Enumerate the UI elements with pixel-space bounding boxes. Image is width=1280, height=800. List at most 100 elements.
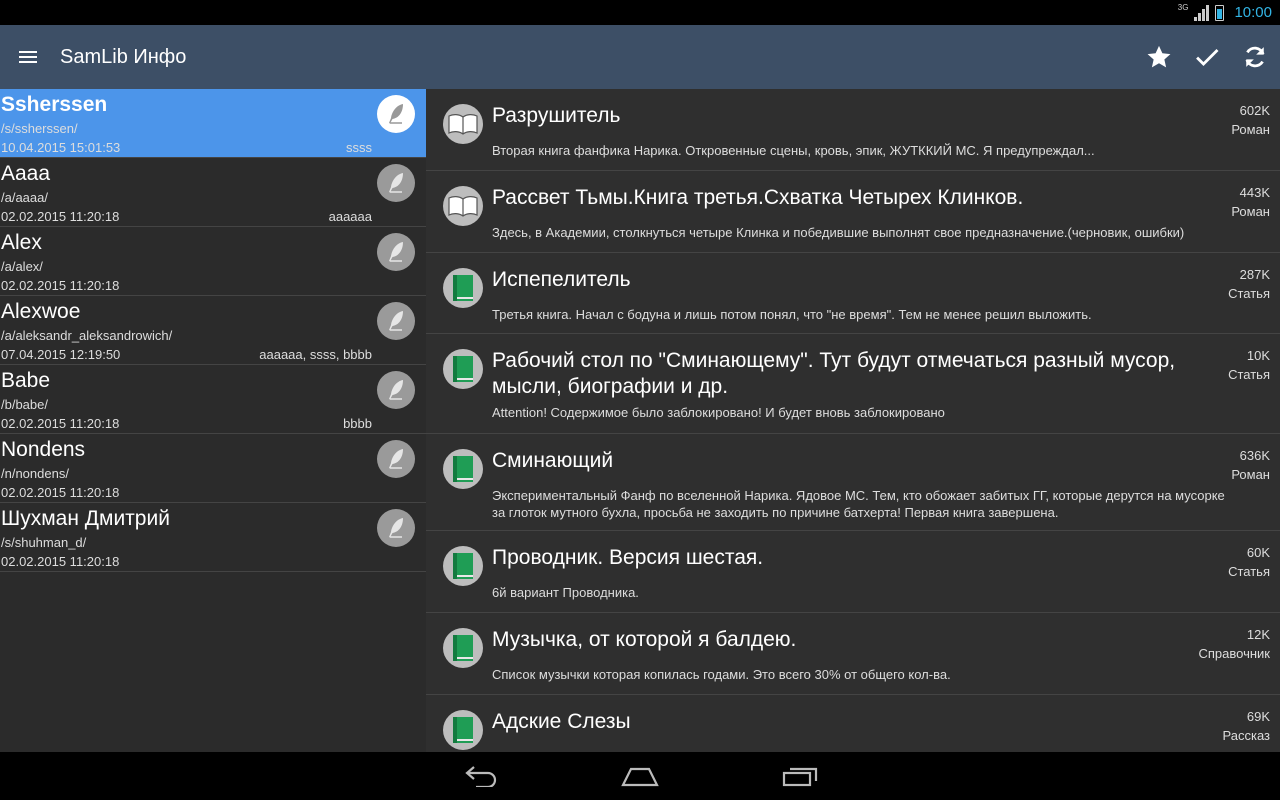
book-item[interactable]: Проводник. Версия шестая. 6й вариант Про… [426,531,1280,613]
book-item[interactable]: Рабочий стол по "Сминающему". Тут будут … [426,334,1280,434]
quill-pen-icon [377,95,415,133]
green-book-icon [443,349,483,389]
book-item[interactable]: Музычка, от которой я балдею. Список муз… [426,613,1280,695]
author-date: 02.02.2015 11:20:18 [1,416,120,431]
book-description: Третья книга. Начал с бодуна и лишь пото… [492,307,1092,322]
author-item[interactable]: Aaaa /a/aaaa/ 02.02.2015 11:20:18 aaaaaa [0,158,426,227]
author-item[interactable]: Babe /b/babe/ 02.02.2015 11:20:18 bbbb [0,365,426,434]
author-tags: ssss [346,140,372,155]
book-type: Справочник [1198,646,1271,661]
author-path: /s/shuhman_d/ [1,535,87,550]
back-icon[interactable] [455,756,505,796]
book-type: Статья [1228,564,1270,579]
author-path: /b/babe/ [1,397,48,412]
book-title: Рабочий стол по "Сминающему". Тут будут … [492,349,1176,398]
quill-pen-icon [377,509,415,547]
author-path: /s/ssherssen/ [1,121,78,136]
quill-pen-icon [377,233,415,271]
book-title: Адские Слезы [492,710,631,733]
book-description: Список музычки которая копилась годами. … [492,667,951,682]
book-description: Здесь, в Академии, столкнуться четыре Кл… [492,225,1185,240]
author-name: Шухман Дмитрий [1,507,170,530]
book-item[interactable]: Испепелитель Третья книга. Начал с бодун… [426,253,1280,334]
green-book-icon [443,268,483,308]
check-icon[interactable] [1192,42,1222,72]
book-size: 12K [1246,627,1270,642]
author-path: /a/aleksandr_aleksandrowich/ [1,328,173,343]
quill-pen-icon [377,371,415,409]
book-size: 443K [1239,185,1270,200]
toolbar-actions [1144,42,1280,72]
quill-pen-icon [377,164,415,202]
book-type: Статья [1228,367,1270,382]
author-tags: aaaaaa, ssss, bbbb [259,347,372,362]
app-bar: SamLib Инфо [0,25,1280,89]
author-path: /a/alex/ [1,259,43,274]
author-date: 02.02.2015 11:20:18 [1,485,120,500]
author-path: /n/nondens/ [1,466,69,481]
book-item[interactable]: Разрушитель Вторая книга фанфика Нарика.… [426,89,1280,171]
author-item[interactable]: Ssherssen /s/ssherssen/ 10.04.2015 15:01… [0,89,426,158]
quill-pen-icon [377,302,415,340]
author-name: Babe [1,369,51,392]
author-name: Aaaa [1,162,51,185]
green-book-icon [443,546,483,586]
status-bar: 3G 10:00 [0,0,1280,25]
green-book-icon [443,710,483,750]
refresh-icon[interactable] [1240,42,1270,72]
author-date: 07.04.2015 12:19:50 [1,347,121,362]
quill-pen-icon [377,440,415,478]
book-title: Рассвет Тьмы.Книга третья.Схватка Четыре… [492,186,1024,209]
book-type: Рассказ [1222,728,1271,743]
open-book-icon [443,104,483,144]
book-description: Attention! Содержимое было заблокировано… [492,405,945,420]
battery-icon [1215,4,1225,21]
author-name: Ssherssen [1,93,108,116]
recent-apps-icon[interactable] [775,756,825,796]
app-title: SamLib Инфо [60,45,187,68]
navigation-bar [0,752,1280,800]
author-date: 10.04.2015 15:01:53 [1,140,121,155]
book-description: Вторая книга фанфика Нарика. Откровенные… [492,143,1095,158]
book-title: Проводник. Версия шестая. [492,546,764,569]
home-icon[interactable] [615,756,665,796]
book-size: 602K [1239,103,1270,118]
green-book-icon [443,449,483,489]
book-type: Статья [1228,286,1270,301]
author-tags: aaaaaa [328,209,372,224]
author-date: 02.02.2015 11:20:18 [1,554,120,569]
author-date: 02.02.2015 11:20:18 [1,278,120,293]
author-name: Alex [1,231,42,254]
book-size: 60K [1246,545,1270,560]
green-book-icon [443,628,483,668]
book-type: Роман [1231,204,1270,219]
book-item[interactable]: Сминающий Экспериментальный Фанф по всел… [426,434,1280,531]
book-item[interactable]: Рассвет Тьмы.Книга третья.Схватка Четыре… [426,171,1280,253]
open-book-icon [443,186,483,226]
author-date: 02.02.2015 11:20:18 [1,209,120,224]
author-item[interactable]: Alex /a/alex/ 02.02.2015 11:20:18 [0,227,426,296]
book-type: Роман [1231,122,1270,137]
book-size: 287K [1239,267,1270,282]
author-item[interactable]: Nondens /n/nondens/ 02.02.2015 11:20:18 [0,434,426,503]
book-description: 6й вариант Проводника. [492,585,639,600]
book-size: 10K [1246,348,1270,363]
hamburger-menu-icon[interactable] [0,25,56,89]
author-name: Alexwoe [1,300,81,323]
book-size: 69K [1246,709,1270,724]
book-type: Роман [1231,467,1270,482]
author-name: Nondens [1,438,86,461]
star-icon[interactable] [1144,42,1174,72]
network-type: 3G [1177,3,1189,12]
book-title: Музычка, от которой я балдею. [492,628,797,651]
author-item[interactable]: Alexwoe /a/aleksandr_aleksandrowich/ 07.… [0,296,426,365]
author-item[interactable]: Шухман Дмитрий /s/shuhman_d/ 02.02.2015 … [0,503,426,572]
book-title: Разрушитель [492,104,621,127]
book-item[interactable]: Адские Слезы 69K Рассказ [426,695,1280,752]
book-title: Испепелитель [492,268,631,291]
author-path: /a/aaaa/ [1,190,48,205]
author-tags: bbbb [343,416,372,431]
signal-icon [1194,4,1210,21]
book-description: Экспериментальный Фанф по вселенной Нари… [492,488,1225,520]
clock: 10:00 [1234,4,1272,21]
